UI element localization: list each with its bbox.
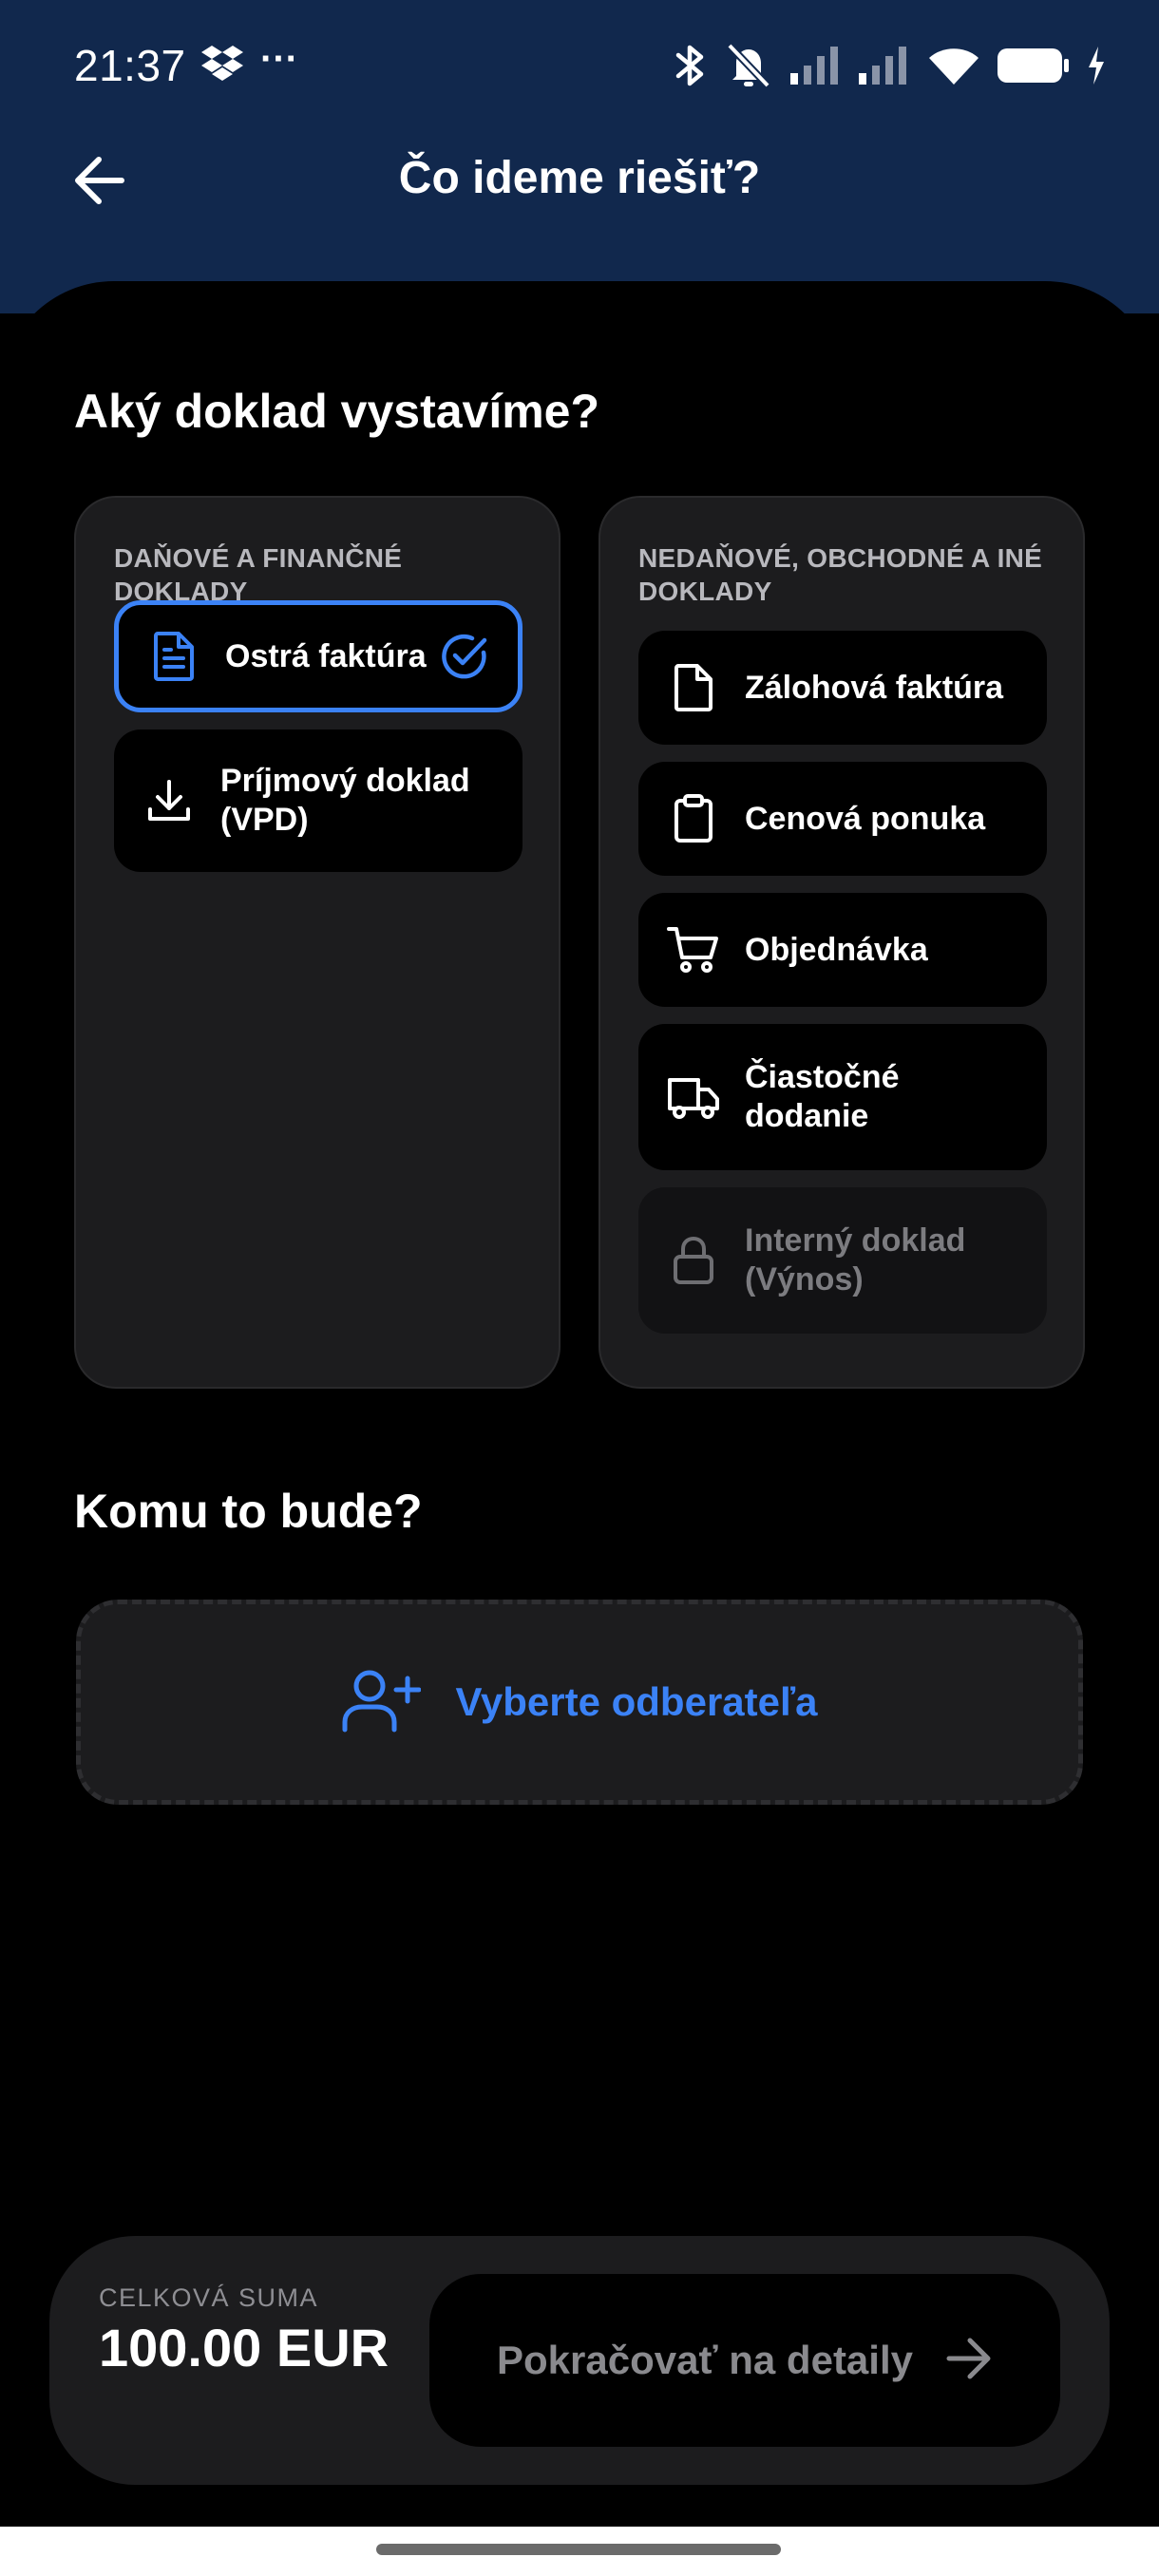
document-icon: [147, 630, 200, 683]
doc-option-interny-doklad: Interný doklad (Výnos): [638, 1187, 1047, 1334]
battery-icon: [998, 47, 1070, 85]
doc-option-ciastocne-dodanie[interactable]: Čiastočné dodanie: [638, 1024, 1047, 1170]
charging-icon: [1087, 47, 1106, 85]
arrow-right-icon: [945, 2337, 993, 2385]
doc-option-label: Objednávka: [745, 931, 928, 968]
continue-label: Pokračovať na detaily: [497, 2338, 913, 2382]
doc-option-label: Cenová ponuka: [745, 800, 986, 837]
truck-icon: [667, 1070, 720, 1124]
select-customer-label: Vyberte odberateľa: [455, 1679, 818, 1724]
bottom-summary-bar: CELKOVÁ SUMA 100.00 EUR Pokračovať na de…: [49, 2236, 1110, 2485]
header: 21:37 ··· Čo ideme riešiť?: [0, 0, 1159, 313]
check-circle-icon: [438, 630, 491, 683]
continue-button[interactable]: Pokračovať na detaily: [429, 2274, 1060, 2447]
select-customer-button[interactable]: Vyberte odberateľa: [76, 1600, 1083, 1805]
signal-icon: [859, 45, 910, 86]
doc-option-prijmovy-doklad[interactable]: Príjmový doklad (VPD): [114, 729, 522, 872]
doc-option-label: Zálohová faktúra: [745, 669, 1004, 706]
doc-option-label: Čiastočné dodanie: [745, 1059, 900, 1134]
file-icon: [667, 661, 720, 714]
tax-documents-panel: DAŇOVÉ A FINANČNÉ DOKLADY Ostrá faktúra: [74, 496, 560, 1389]
overflow-dots: ···: [260, 37, 298, 80]
nontax-documents-panel: NEDAŇOVÉ, OBCHODNÉ A INÉ DOKLADY Zálohov…: [598, 496, 1085, 1389]
doc-option-zalohova-faktura[interactable]: Zálohová faktúra: [638, 631, 1047, 745]
doc-option-label: Interný doklad (Výnos): [745, 1222, 966, 1297]
doc-option-objednavka[interactable]: Objednávka: [638, 893, 1047, 1007]
total-label: CELKOVÁ SUMA: [99, 2283, 319, 2312]
signal-icon: [790, 45, 842, 86]
screen: 21:37 ··· Čo ideme riešiť? Aký doklad vy…: [0, 0, 1159, 2576]
status-bar: 21:37 ···: [0, 0, 1159, 133]
bell-off-icon: [724, 42, 773, 89]
user-plus-icon: [341, 1667, 422, 1738]
customer-section-title: Komu to bude?: [74, 1485, 423, 1538]
wifi-icon: [927, 45, 980, 86]
page-title: Čo ideme riešiť?: [398, 153, 761, 203]
total-value: 100.00 EUR: [99, 2318, 390, 2377]
document-section-title: Aký doklad vystavíme?: [74, 385, 600, 438]
panel-heading: DAŇOVÉ A FINANČNÉ DOKLADY: [114, 543, 403, 606]
lock-icon: [667, 1234, 720, 1287]
bluetooth-icon: [674, 42, 707, 89]
doc-option-cenova-ponuka[interactable]: Cenová ponuka: [638, 762, 1047, 876]
dropbox-icon: [201, 44, 243, 82]
home-indicator[interactable]: [376, 2544, 781, 2555]
cart-icon: [667, 923, 720, 976]
download-icon: [142, 774, 196, 827]
doc-option-label: Príjmový doklad (VPD): [220, 763, 470, 838]
doc-option-ostra-faktura[interactable]: Ostrá faktúra: [114, 600, 522, 712]
panel-heading: NEDAŇOVÉ, OBCHODNÉ A INÉ DOKLADY: [638, 543, 1043, 606]
status-time: 21:37: [74, 41, 186, 90]
clipboard-icon: [667, 792, 720, 845]
